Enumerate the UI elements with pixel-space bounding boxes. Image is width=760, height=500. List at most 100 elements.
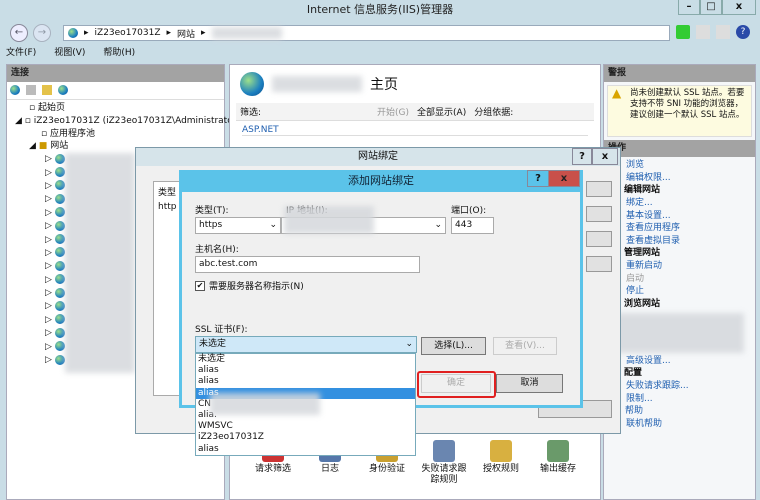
globe-icon [54,327,65,338]
edit-button[interactable] [586,206,612,222]
feature-item[interactable]: 授权规则 [471,440,531,475]
host-input[interactable]: abc.test.com [195,256,420,273]
minimize-button[interactable]: – [678,0,700,15]
browse-button[interactable] [586,256,612,272]
group-by-dropdown[interactable]: 分组依据: [474,105,513,118]
feature-label: 请求筛选 [254,464,291,474]
redacted [284,206,374,234]
feature-label: 日志 [320,464,339,474]
ssl-option[interactable]: iZ23eo17031Z [196,432,415,443]
action-link[interactable]: 重新启动 [626,260,755,273]
redacted [211,27,282,39]
disconnect-icon[interactable] [58,85,68,95]
connect-icon[interactable] [10,85,20,95]
ssl-option[interactable]: alias [196,365,415,376]
action-link[interactable]: 基本设置... [626,210,755,223]
feature-item[interactable]: 失败请求跟踪规则 [414,440,474,486]
action-link[interactable]: 高级设置... [626,355,755,368]
add-button[interactable] [586,181,612,197]
breadcrumb-server[interactable]: iZ23eo17031Z [95,28,161,38]
action-link[interactable]: 失败请求跟踪... [626,380,755,393]
action-link[interactable]: 限制... [626,393,755,406]
type-label: 类型(T): [195,206,229,216]
redacted [272,76,362,92]
stop-icon[interactable] [696,25,710,39]
globe-icon [54,234,65,245]
action-link[interactable]: 停止 [626,285,755,298]
alert-text: 尚未创建默认 SSL 站点。若要支持不带 SNI 功能的浏览器，建议创建一个默认… [630,88,745,120]
host-label: 主机名(H): [195,245,239,255]
forward-button[interactable]: → [33,24,51,42]
cancel-button[interactable]: 取消 [496,374,563,393]
ok-button[interactable]: 确定 [421,374,491,393]
tree-server[interactable]: ◢ ▫ iZ23eo17031Z (iZ23eo17031Z\Administr… [15,115,236,128]
action-link[interactable]: 浏览 [626,159,755,172]
action-section: 浏览网站 [624,298,661,309]
view-cert-button[interactable]: 查看(V)... [493,337,557,355]
refresh-icon[interactable] [676,25,690,39]
action-section: 配置 [624,368,643,378]
feature-label: 输出缓存 [539,464,576,474]
feature-icon [433,440,455,462]
action-link[interactable]: 编辑权限... [626,172,755,185]
port-input[interactable]: 443 [451,217,494,234]
label: 帮助 [625,406,644,416]
breadcrumb-sites[interactable]: 网站 [177,27,195,40]
ssl-select[interactable]: 未选定 ⌄ [195,336,417,353]
label: 网站 [50,141,69,152]
address-bar[interactable]: ▸ iZ23eo17031Z ▸ 网站 ▸ [63,25,670,41]
feature-item[interactable]: 输出缓存 [528,440,588,475]
type-select[interactable]: https ⌄ [195,217,281,234]
globe-icon [54,247,65,258]
help-button[interactable]: ? [527,170,549,187]
action-link[interactable]: 联机帮助 [626,418,755,431]
remove-button[interactable] [586,231,612,247]
action-link[interactable]: 查看应用程序 [626,222,755,235]
show-all-button[interactable]: 全部显示(A) [417,105,466,118]
label: 应用程序池 [49,128,95,139]
globe-icon [240,72,264,96]
action-link[interactable]: 查看虚拟目录 [626,235,755,248]
menu-bar: 文件(F) 视图(V) 帮助(H) [6,45,135,58]
select-cert-button[interactable]: 选择(L)... [421,337,486,355]
alert-box: ▲ 尚未创建默认 SSL 站点。若要支持不带 SNI 功能的浏览器，建议创建一个… [607,85,752,137]
globe-icon [54,314,65,325]
start-filter-button[interactable]: 开始(G) [377,105,409,118]
ssl-option[interactable]: alias [196,444,415,455]
filter-label: 筛选: [240,108,262,118]
menu-view[interactable]: 视图(V) [54,45,85,58]
ssl-option[interactable]: 未选定 [196,354,415,365]
ssl-option[interactable]: alias [196,376,415,387]
actions-panel: 警报 ▲ 尚未创建默认 SSL 站点。若要支持不带 SNI 功能的浏览器，建议创… [603,64,756,500]
globe-icon [54,220,65,231]
action-link[interactable]: 启动 [626,273,755,286]
globe-icon [54,193,65,204]
help-icon[interactable]: ? [736,25,750,39]
globe-icon [68,28,78,38]
back-button[interactable]: ← [10,24,28,42]
home-icon[interactable] [716,25,730,39]
label: iZ23eo17031Z (iZ23eo17031Z\Administrator [33,115,237,126]
help-button[interactable]: ? [572,148,592,165]
menu-file[interactable]: 文件(F) [6,45,36,58]
save-icon[interactable] [26,85,36,95]
ssl-option[interactable]: WMSVC [196,421,415,432]
maximize-button[interactable]: □ [700,0,722,15]
menu-help[interactable]: 帮助(H) [103,45,135,58]
close-button[interactable]: x [722,0,756,15]
group-header[interactable]: ASP.NET [242,125,588,136]
sni-label: 需要服务器名称指示(N) [209,282,304,292]
sni-checkbox[interactable]: ✔ [195,280,205,291]
tree-apppools[interactable]: ▫ 应用程序池 [15,128,224,141]
action-link[interactable]: ?帮助 [608,405,755,418]
close-button[interactable]: x [592,148,618,165]
sni-checkbox-row[interactable]: ✔ 需要服务器名称指示(N) [195,279,304,292]
folder-icon[interactable] [42,85,52,95]
close-button[interactable]: x [548,170,580,187]
tree-start[interactable]: ▫ 起始页 [15,102,224,115]
action-link[interactable]: 绑定... [626,197,755,210]
connections-header: 连接 [7,65,224,82]
globe-icon [54,300,65,311]
globe-icon [54,274,65,285]
globe-icon [54,153,65,164]
